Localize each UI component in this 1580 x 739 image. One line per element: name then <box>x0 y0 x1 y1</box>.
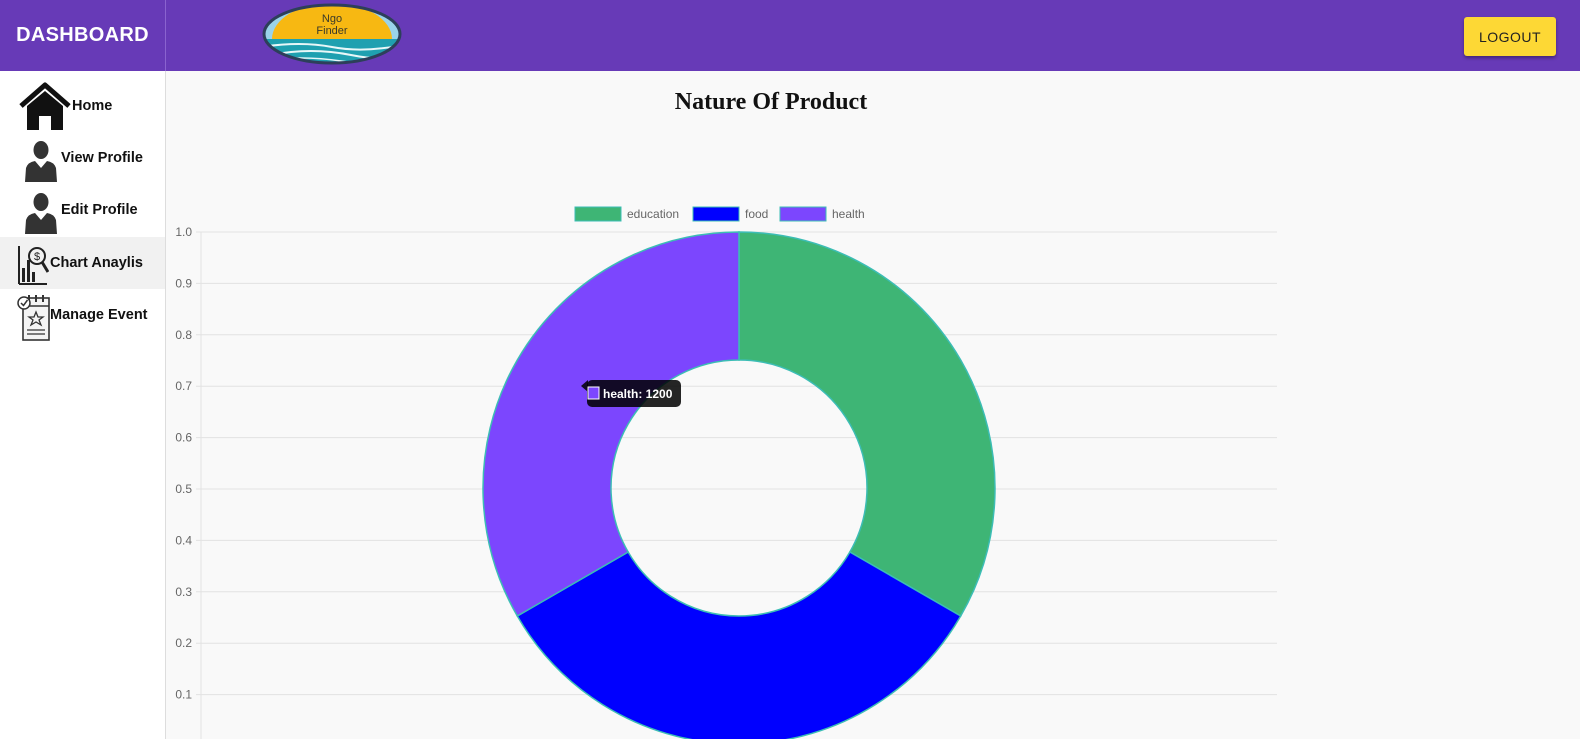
legend-label: education <box>627 207 679 221</box>
main-content: Nature Of Product 1.0 0.9 0.8 0.7 0.6 0.5 0.4 0… <box>166 71 1580 739</box>
y-tick-label: 0.3 <box>175 585 192 599</box>
y-tick-label: 1.0 <box>175 225 192 239</box>
legend-swatch <box>692 206 740 222</box>
home-icon <box>19 82 71 130</box>
donut-slice-health <box>482 231 740 618</box>
sidebar-item-label: Chart Anaylis <box>50 255 143 271</box>
sidebar-item-manage-event[interactable]: Manage Event <box>0 289 165 341</box>
dashboard-brand[interactable]: DASHBOARD <box>0 0 166 71</box>
svg-text:$: $ <box>34 251 40 263</box>
donut-chart[interactable]: 1.0 0.9 0.8 0.7 0.6 0.5 0.4 0.3 0.2 0.1 education f… <box>166 71 1580 739</box>
sidebar-item-label: Home <box>72 98 113 114</box>
sidebar-item-view-profile[interactable]: View Profile <box>0 132 165 184</box>
legend-swatch <box>779 206 827 222</box>
sidebar-item-home[interactable]: Home <box>0 80 165 132</box>
sidebar-item-label: Manage Event <box>50 307 148 323</box>
y-tick-label: 0.4 <box>175 533 192 547</box>
calendar-icon <box>17 295 50 341</box>
user-icon <box>25 193 57 234</box>
donut-slice-education <box>738 231 996 618</box>
y-tick-label: 0.2 <box>175 636 192 650</box>
sidebar-item-chart-anaylis[interactable]: $ Chart Anaylis <box>0 237 165 289</box>
tooltip-text: health: 1200 <box>603 387 673 401</box>
svg-text:Finder: Finder <box>316 25 348 37</box>
sidebar-item-label: View Profile <box>61 150 143 166</box>
y-tick-label: 0.1 <box>175 688 192 702</box>
y-tick-label: 0.6 <box>175 431 192 445</box>
legend-label: health <box>832 207 865 221</box>
svg-text:Ngo: Ngo <box>322 13 342 25</box>
ngo-finder-logo[interactable]: Ngo Finder <box>261 3 403 65</box>
logout-button[interactable]: LOGOUT <box>1464 17 1556 56</box>
y-tick-label: 0.8 <box>175 328 192 342</box>
top-app-bar: DASHBOARD Ngo Finder LOGOUT <box>0 0 1580 71</box>
sidebar: Home View Profile Edit Profile $ Chart A… <box>0 71 166 739</box>
chart-analysis-icon: $ <box>18 246 49 285</box>
user-icon <box>25 141 57 182</box>
y-tick-label: 0.5 <box>175 482 192 496</box>
donut-slice-food <box>516 550 962 739</box>
y-tick-label: 0.7 <box>175 379 192 393</box>
sidebar-item-edit-profile[interactable]: Edit Profile <box>0 184 165 236</box>
y-tick-label: 0.9 <box>175 276 192 290</box>
tooltip-swatch <box>587 386 600 400</box>
legend-label: food <box>745 207 768 221</box>
sidebar-item-label: Edit Profile <box>61 202 138 218</box>
legend-swatch <box>574 206 622 222</box>
